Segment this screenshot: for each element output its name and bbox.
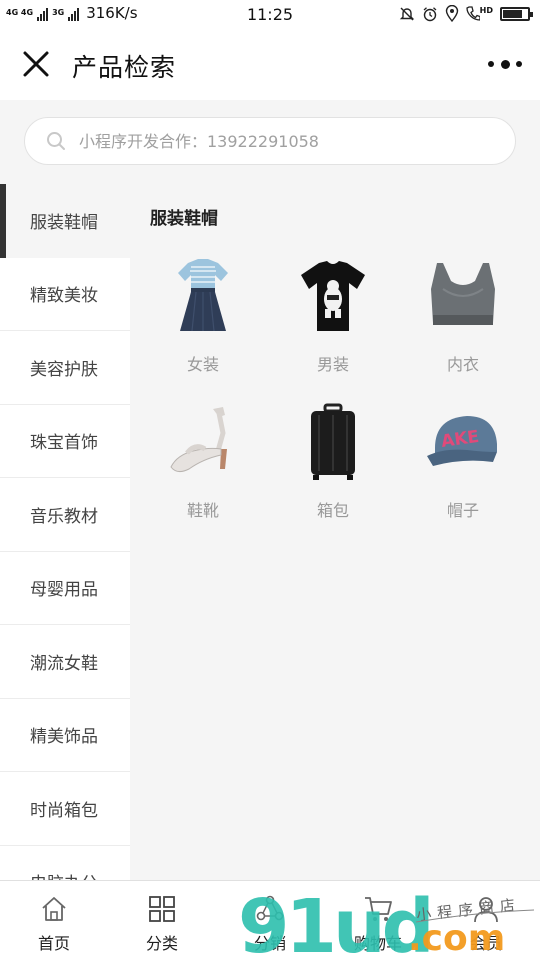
product-label: 箱包 xyxy=(316,501,349,520)
sidebar-item-womens-shoes[interactable]: 潮流女鞋 xyxy=(0,625,130,699)
product-label: 内衣 xyxy=(446,355,479,374)
product-thumb xyxy=(158,252,248,342)
sidebar-item-label: 珠宝首饰 xyxy=(30,433,98,454)
product-item-dress[interactable]: 女装 xyxy=(138,252,268,380)
tshirt-icon xyxy=(301,261,365,331)
product-thumb xyxy=(288,252,378,342)
sports-bra-icon xyxy=(431,263,495,325)
category-sidebar: 服装鞋帽 精致美妆 美容护肤 珠宝首饰 音乐教材 母婴用品 潮流女鞋 精美饰品 … xyxy=(0,184,130,880)
sidebar-item-label: 精致美妆 xyxy=(30,286,98,307)
section-title: 服装鞋帽 xyxy=(150,209,218,229)
product-thumb xyxy=(158,398,248,488)
page-title: 产品检索 xyxy=(72,53,177,82)
more-options-button[interactable] xyxy=(488,52,522,76)
member-icon xyxy=(474,897,498,923)
sidebar-item-makeup[interactable]: 精致美妆 xyxy=(0,257,130,331)
app-header: 产品检索 xyxy=(0,30,540,100)
tab-label: 分销 xyxy=(253,934,286,953)
search-area xyxy=(0,100,540,184)
search-bar[interactable] xyxy=(24,117,516,165)
bottom-tab-bar: 首页 分类 分销 购物车 会员 xyxy=(0,880,540,960)
sandal-icon xyxy=(170,407,227,473)
tab-label: 购物车 xyxy=(353,934,402,953)
hd-call-icon: HD xyxy=(466,6,493,22)
grid-icon xyxy=(149,896,175,922)
tab-distribution[interactable]: 分销 xyxy=(216,881,324,960)
tab-label: 分类 xyxy=(145,934,178,953)
product-label: 鞋靴 xyxy=(186,501,219,520)
sidebar-item-bags[interactable]: 时尚箱包 xyxy=(0,772,130,846)
product-thumb xyxy=(418,252,508,342)
category-content: 服装鞋帽 女装 男装 内衣 鞋靴 箱包 AKE 帽子 xyxy=(130,184,540,880)
product-item-menswear[interactable]: 男装 xyxy=(268,252,398,380)
close-icon xyxy=(23,51,49,77)
product-item-hat[interactable]: AKE 帽子 xyxy=(398,398,528,526)
suitcase-icon xyxy=(311,403,355,480)
search-icon xyxy=(47,132,65,150)
product-item-luggage[interactable]: 箱包 xyxy=(268,398,398,526)
more-dot xyxy=(500,59,510,69)
battery-icon xyxy=(500,6,533,21)
location-icon xyxy=(445,5,458,22)
dress-icon xyxy=(178,259,228,332)
sidebar-item-label: 时尚箱包 xyxy=(30,800,98,821)
tab-home[interactable]: 首页 xyxy=(0,881,108,960)
sidebar-item-label: 电脑办公 xyxy=(30,869,98,880)
sidebar-item-label: 音乐教材 xyxy=(30,506,98,527)
sidebar-item-label: 潮流女鞋 xyxy=(30,653,98,674)
alarm-icon xyxy=(423,6,437,21)
sidebar-item-office[interactable]: 电脑办公 xyxy=(0,845,130,880)
product-label: 帽子 xyxy=(446,501,479,520)
sidebar-item-label: 服装鞋帽 xyxy=(30,213,98,234)
cap-icon: AKE xyxy=(427,416,497,466)
home-icon xyxy=(42,897,66,921)
sidebar-item-label: 精美饰品 xyxy=(30,727,98,748)
product-label: 女装 xyxy=(186,355,219,374)
product-thumb xyxy=(288,398,378,488)
share-icon xyxy=(256,895,284,921)
tab-label: 会员 xyxy=(469,934,502,953)
more-dot xyxy=(488,61,494,67)
sidebar-item-skincare[interactable]: 美容护肤 xyxy=(0,331,130,405)
sidebar-item-label: 美容护肤 xyxy=(30,359,98,380)
sidebar-item-clothing[interactable]: 服装鞋帽 xyxy=(0,184,130,258)
close-button[interactable] xyxy=(18,46,54,82)
tab-cart[interactable]: 购物车 xyxy=(324,881,432,960)
status-right: HD xyxy=(399,5,533,22)
sidebar-item-label: 母婴用品 xyxy=(30,580,98,601)
tab-member[interactable]: 会员 xyxy=(432,881,540,960)
more-dot xyxy=(516,61,522,67)
mute-bell-icon xyxy=(399,7,414,20)
product-item-shoes[interactable]: 鞋靴 xyxy=(138,398,268,526)
product-label: 男装 xyxy=(316,355,349,374)
sidebar-item-jewelry[interactable]: 珠宝首饰 xyxy=(0,404,130,478)
product-grid: 女装 男装 内衣 鞋靴 箱包 AKE 帽子 xyxy=(138,252,532,526)
tab-label: 首页 xyxy=(37,934,70,953)
tab-category[interactable]: 分类 xyxy=(108,881,216,960)
sidebar-item-baby[interactable]: 母婴用品 xyxy=(0,551,130,625)
cart-icon xyxy=(365,897,392,921)
search-input[interactable] xyxy=(79,131,499,151)
sidebar-item-music[interactable]: 音乐教材 xyxy=(0,478,130,552)
product-item-underwear[interactable]: 内衣 xyxy=(398,252,528,380)
hd-label: HD xyxy=(479,5,493,15)
status-bar: 4G 4G 3G 316K/s 11:25 HD xyxy=(0,0,540,30)
sidebar-item-accessories[interactable]: 精美饰品 xyxy=(0,698,130,772)
product-thumb: AKE xyxy=(418,398,508,488)
